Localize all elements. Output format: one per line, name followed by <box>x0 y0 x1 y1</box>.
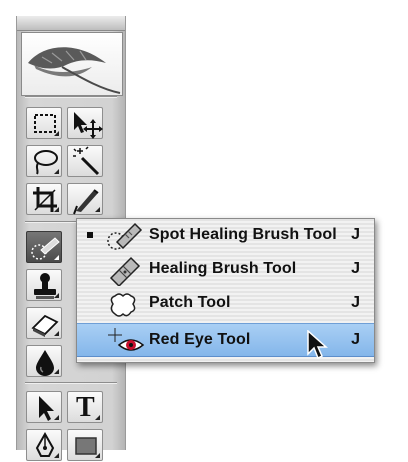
spot-healing-brush-icon <box>107 222 143 250</box>
stamp-tool-button[interactable] <box>26 269 62 301</box>
selected-indicator <box>87 232 93 238</box>
menu-item-label: Spot Healing Brush Tool <box>149 226 337 243</box>
magic-wand-tool-button[interactable] <box>67 145 103 177</box>
pen-tool-button[interactable] <box>26 429 62 461</box>
feather-icon <box>28 47 121 94</box>
blur-tool-button[interactable] <box>26 345 62 377</box>
type-tool-icon: T <box>76 392 95 423</box>
shape-tool-button[interactable] <box>67 429 103 461</box>
path-selection-tool-button[interactable] <box>26 391 62 423</box>
spot-healing-brush-tool-button[interactable] <box>26 231 62 263</box>
patch-tool-icon <box>110 293 136 317</box>
menu-item-patch-tool[interactable]: Patch Tool J <box>77 287 374 321</box>
toolbox-separator <box>25 382 117 384</box>
healing-brush-icon <box>109 256 141 286</box>
menu-item-red-eye-tool[interactable]: Red Eye Tool J <box>77 323 374 357</box>
toolbox-titlebar[interactable] <box>17 16 125 31</box>
move-tool-icon <box>74 112 103 139</box>
menu-item-label: Patch Tool <box>149 294 231 311</box>
menu-item-shortcut: J <box>351 331 360 348</box>
magic-wand-tool-icon <box>73 146 100 176</box>
menu-item-shortcut: J <box>351 260 360 277</box>
crop-tool-button[interactable] <box>26 183 62 215</box>
menu-item-shortcut: J <box>351 226 360 243</box>
mouse-cursor-icon <box>307 330 328 360</box>
menu-item-label: Red Eye Tool <box>149 331 251 348</box>
feather-logo[interactable] <box>21 32 123 96</box>
eraser-tool-button[interactable] <box>26 307 62 339</box>
marquee-tool-button[interactable] <box>26 107 62 139</box>
menu-item-spot-healing-brush-tool[interactable]: Spot Healing Brush Tool J <box>77 219 374 253</box>
toolbox-separator <box>25 96 117 98</box>
menu-item-label: Healing Brush Tool <box>149 260 297 277</box>
red-eye-tool-icon <box>108 328 145 351</box>
menu-item-healing-brush-tool[interactable]: Healing Brush Tool J <box>77 253 374 287</box>
lasso-tool-button[interactable] <box>26 145 62 177</box>
healing-tools-flyout-menu: Spot Healing Brush Tool J Healing Brush … <box>76 218 375 363</box>
type-tool-button[interactable]: T <box>67 391 103 423</box>
slice-tool-button[interactable] <box>67 183 103 215</box>
menu-item-shortcut: J <box>351 294 360 311</box>
move-tool-button[interactable] <box>67 107 103 139</box>
